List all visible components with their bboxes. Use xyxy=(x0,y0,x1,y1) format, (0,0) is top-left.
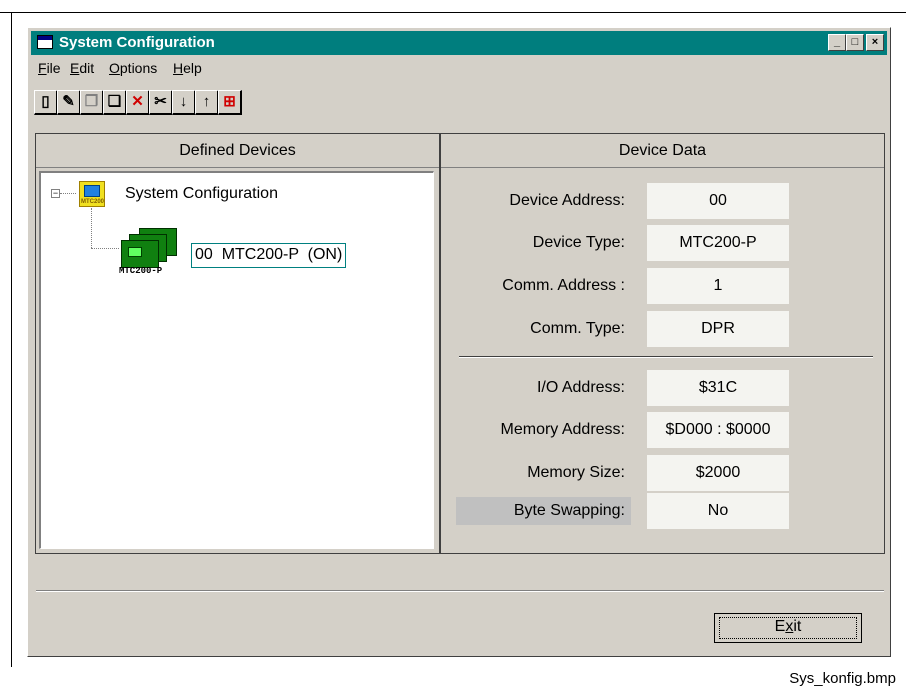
device-address-label: Device Address: xyxy=(509,192,625,209)
delete-button[interactable]: ✕ xyxy=(126,90,150,115)
tree-collapse-icon[interactable]: − xyxy=(51,189,60,198)
frame-left-line xyxy=(11,12,12,667)
card-front xyxy=(121,240,159,268)
delete-icon: ✕ xyxy=(131,93,144,110)
tree-connector-child xyxy=(91,248,119,249)
comm-type-value: DPR xyxy=(647,311,789,347)
device-data-pane: Device Data Device Address: 00 Device Ty… xyxy=(440,133,885,554)
cut-button[interactable]: ✂ xyxy=(149,90,173,115)
menu-file-accel: F xyxy=(38,60,47,76)
menu-help-rest: elp xyxy=(183,60,202,76)
maximize-button[interactable]: □ xyxy=(846,34,864,51)
menu-edit-rest: dit xyxy=(79,60,95,76)
device-type-label: Device Type: xyxy=(532,234,625,251)
io-address-label: I/O Address: xyxy=(536,379,625,396)
exit-focus-rect xyxy=(719,617,857,639)
menu-file-rest: ile xyxy=(46,60,61,76)
window-title: System Configuration xyxy=(59,34,215,51)
root-icon-screen xyxy=(84,185,100,197)
tree-connector xyxy=(60,193,76,194)
menu-options-rest: ptions xyxy=(119,60,158,76)
menu-options-accel: O xyxy=(109,60,120,76)
memory-size-label: Memory Size: xyxy=(527,464,625,481)
card-front-chip xyxy=(128,247,142,257)
comm-address-label: Comm. Address : xyxy=(502,277,625,294)
memory-size-value: $2000 xyxy=(647,455,789,491)
section-divider xyxy=(459,356,873,358)
paste-button[interactable]: ❏ xyxy=(103,90,127,115)
device-data-header: Device Data xyxy=(441,134,884,168)
system-root-icon: MTC200 xyxy=(79,181,105,207)
menu-edit[interactable]: Edit xyxy=(70,60,94,76)
close-button[interactable]: × xyxy=(866,34,884,51)
defined-devices-pane: Defined Devices − MTC200 System Configur… xyxy=(35,133,440,554)
byte-swapping-label: Byte Swapping: xyxy=(456,497,631,525)
menu-edit-accel: E xyxy=(70,60,80,76)
cut-icon: ✂ xyxy=(154,93,167,110)
device-type-value: MTC200-P xyxy=(647,225,789,261)
figure-caption: Sys_konfig.bmp xyxy=(789,670,896,687)
tree-root-label[interactable]: System Configuration xyxy=(125,185,278,203)
minimize-button[interactable]: _ xyxy=(828,34,846,51)
menu-help-accel: H xyxy=(173,60,184,76)
title-bar[interactable]: System Configuration _ □ × xyxy=(31,31,887,55)
menu-file[interactable]: File xyxy=(38,60,61,76)
tree-device-item[interactable]: 00 MTC200-P (ON) xyxy=(191,243,347,268)
menu-help[interactable]: Help xyxy=(173,60,202,76)
new-icon: ▯ xyxy=(41,93,50,110)
menu-options[interactable]: Options xyxy=(109,60,157,76)
device-caption: MTC200-P xyxy=(119,266,163,276)
exit-button[interactable]: Exit xyxy=(714,613,862,643)
device-card-icon xyxy=(121,228,181,268)
network-button[interactable]: ⊞ xyxy=(218,90,242,115)
memory-address-label: Memory Address: xyxy=(500,421,625,438)
defined-devices-header: Defined Devices xyxy=(36,134,439,168)
device-address-value: 00 xyxy=(647,183,789,219)
network-icon: ⊞ xyxy=(223,93,236,110)
edit-icon: ✎ xyxy=(62,93,75,110)
move-up-button[interactable]: ↑ xyxy=(195,90,219,115)
paste-icon: ❏ xyxy=(107,93,122,110)
copy-disabled-icon: ❐ xyxy=(84,93,99,110)
move-down-button[interactable]: ↓ xyxy=(172,90,196,115)
system-configuration-window: System Configuration _ □ × File Edit Opt… xyxy=(27,27,891,657)
copy-disabled-button[interactable]: ❐ xyxy=(80,90,104,115)
edit-button[interactable]: ✎ xyxy=(57,90,81,115)
new-button[interactable]: ▯ xyxy=(34,90,58,115)
app-window-icon xyxy=(37,35,53,49)
bottom-separator xyxy=(36,590,884,592)
frame-top-line xyxy=(0,12,906,13)
memory-address-value: $D000 : $0000 xyxy=(647,412,789,448)
comm-type-label: Comm. Type: xyxy=(530,320,625,337)
root-icon-text: MTC200 xyxy=(81,199,105,205)
io-address-value: $31C xyxy=(647,370,789,406)
comm-address-value: 1 xyxy=(647,268,789,304)
tree-connector-vertical xyxy=(91,208,92,248)
move-up-icon: ↑ xyxy=(202,93,211,110)
device-tree[interactable]: − MTC200 System Configuration MTC200-P 0… xyxy=(39,171,434,549)
move-down-icon: ↓ xyxy=(179,93,188,110)
byte-swapping-value: No xyxy=(647,493,789,529)
